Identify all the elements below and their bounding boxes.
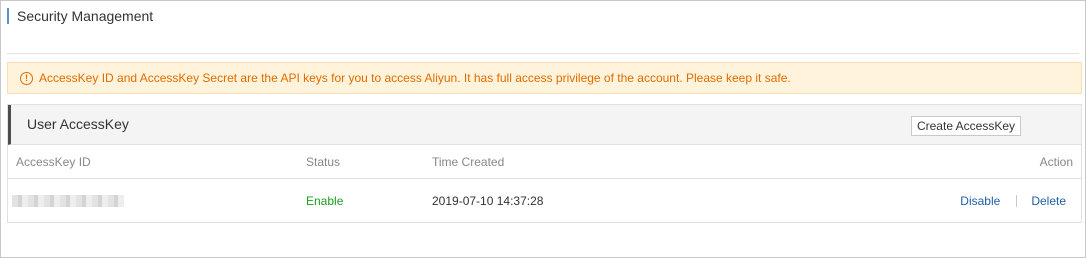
accesskey-panel: User AccessKey Create AccessKey AccessKe…: [7, 104, 1082, 223]
create-accesskey-button[interactable]: Create AccessKey: [911, 116, 1021, 136]
alert-text: AccessKey ID and AccessKey Secret are th…: [39, 71, 791, 85]
header-divider: [7, 53, 1079, 54]
table-row: Enable 2019-07-10 14:37:28 Disable Delet…: [8, 179, 1081, 222]
action-separator: [1016, 194, 1018, 207]
panel-header: User AccessKey Create AccessKey: [8, 105, 1081, 145]
status-badge: Enable: [306, 193, 344, 208]
page-title: Security Management: [17, 8, 154, 24]
column-header-status: Status: [306, 154, 341, 169]
column-header-accesskey-id: AccessKey ID: [16, 154, 91, 169]
table-header: AccessKey ID Status Time Created Action: [8, 145, 1081, 179]
page-header: Security Management: [7, 7, 153, 25]
masked-accesskey-id: [12, 194, 124, 207]
disable-link[interactable]: Disable: [960, 194, 1000, 208]
column-header-time-created: Time Created: [432, 154, 505, 169]
page-frame: Security Management ! AccessKey ID and A…: [0, 0, 1086, 258]
panel-title: User AccessKey: [27, 116, 129, 132]
title-accent-bar: [7, 8, 9, 24]
warning-circle-icon: !: [20, 71, 33, 85]
row-actions: Disable Delete: [960, 194, 1066, 208]
delete-link[interactable]: Delete: [1031, 194, 1066, 208]
warning-alert: ! AccessKey ID and AccessKey Secret are …: [7, 62, 1082, 94]
time-created: 2019-07-10 14:37:28: [432, 193, 544, 208]
column-header-action: Action: [1039, 154, 1073, 169]
